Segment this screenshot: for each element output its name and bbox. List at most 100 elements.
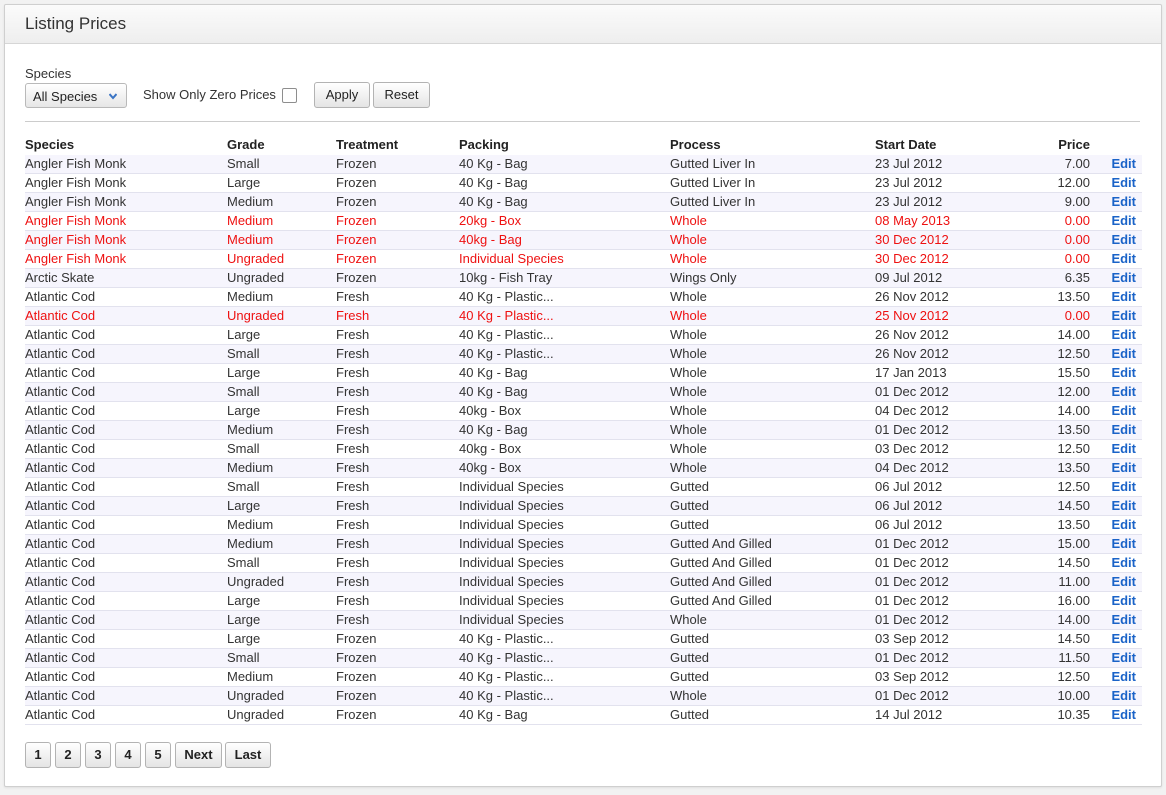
cell-packing: 40 Kg - Plastic...	[459, 308, 554, 323]
page-5-button[interactable]: 5	[145, 742, 171, 768]
edit-link[interactable]: Edit	[1111, 232, 1136, 247]
table-row: Atlantic Cod Ungraded Frozen 40 Kg - Bag Gut…	[25, 706, 1142, 725]
edit-link[interactable]: Edit	[1111, 669, 1136, 684]
table-row: Atlantic Cod Ungraded Fresh Individual Spec…	[25, 573, 1142, 592]
edit-link[interactable]: Edit	[1111, 498, 1136, 513]
last-page-button[interactable]: Last	[225, 742, 271, 768]
edit-link[interactable]: Edit	[1111, 479, 1136, 494]
table-row: Atlantic Cod Small Fresh 40kg - Box Whole 03 …	[25, 440, 1142, 459]
cell-species: Atlantic Cod	[25, 289, 96, 304]
table-row: Atlantic Cod Large Fresh 40 Kg - Bag Whole 17…	[25, 364, 1142, 383]
cell-grade: Large	[227, 403, 261, 418]
cell-start-date: 26 Nov 2012	[875, 327, 949, 342]
page-3-button[interactable]: 3	[85, 742, 111, 768]
next-page-button[interactable]: Next	[175, 742, 222, 768]
header-treatment[interactable]: Treatment	[336, 137, 398, 152]
cell-price: 14.50	[1057, 555, 1090, 570]
cell-process: Whole	[670, 251, 707, 266]
cell-grade: Small	[227, 555, 260, 570]
edit-link[interactable]: Edit	[1111, 536, 1136, 551]
edit-link[interactable]: Edit	[1111, 213, 1136, 228]
page-1-button[interactable]: 1	[25, 742, 51, 768]
edit-link[interactable]: Edit	[1111, 555, 1136, 570]
page-4-button[interactable]: 4	[115, 742, 141, 768]
cell-grade: Large	[227, 612, 261, 627]
cell-start-date: 01 Dec 2012	[875, 536, 949, 551]
header-start-date[interactable]: Start Date	[875, 137, 936, 152]
edit-link[interactable]: Edit	[1111, 403, 1136, 418]
cell-grade: Large	[227, 365, 261, 380]
cell-process: Gutted Liver In	[670, 175, 756, 190]
header-packing[interactable]: Packing	[459, 137, 509, 152]
edit-link[interactable]: Edit	[1111, 517, 1136, 532]
cell-treatment: Fresh	[336, 308, 370, 323]
edit-link[interactable]: Edit	[1111, 574, 1136, 589]
cell-treatment: Fresh	[336, 555, 370, 570]
header-process[interactable]: Process	[670, 137, 721, 152]
cell-grade: Large	[227, 593, 261, 608]
edit-link[interactable]: Edit	[1111, 384, 1136, 399]
header-grade[interactable]: Grade	[227, 137, 265, 152]
table-row: Atlantic Cod Medium Fresh Individual Specie…	[25, 516, 1142, 535]
page-2-button[interactable]: 2	[55, 742, 81, 768]
cell-price: 12.50	[1057, 346, 1090, 361]
edit-link[interactable]: Edit	[1111, 327, 1136, 342]
cell-start-date: 26 Nov 2012	[875, 346, 949, 361]
table-row: Atlantic Cod Large Frozen 40 Kg - Plastic..…	[25, 630, 1142, 649]
cell-process: Gutted	[670, 498, 710, 513]
cell-grade: Large	[227, 327, 261, 342]
cell-price: 12.50	[1057, 669, 1090, 684]
edit-link[interactable]: Edit	[1111, 346, 1136, 361]
cell-price: 15.00	[1057, 536, 1090, 551]
cell-species: Atlantic Cod	[25, 346, 96, 361]
cell-treatment: Fresh	[336, 479, 370, 494]
cell-species: Atlantic Cod	[25, 327, 96, 342]
header-price[interactable]: Price	[1058, 137, 1090, 152]
species-select[interactable]: All Species	[25, 83, 127, 108]
edit-link[interactable]: Edit	[1111, 270, 1136, 285]
edit-link[interactable]: Edit	[1111, 593, 1136, 608]
header-species[interactable]: Species	[25, 137, 74, 152]
cell-price: 10.35	[1057, 707, 1090, 722]
cell-species: Arctic Skate	[25, 270, 95, 285]
cell-price: 14.00	[1057, 327, 1090, 342]
zero-prices-checkbox[interactable]	[282, 88, 297, 103]
edit-link[interactable]: Edit	[1111, 460, 1136, 475]
cell-species: Atlantic Cod	[25, 479, 96, 494]
cell-grade: Small	[227, 384, 260, 399]
cell-treatment: Fresh	[336, 346, 370, 361]
cell-treatment: Fresh	[336, 517, 370, 532]
cell-species: Angler Fish Monk	[25, 251, 127, 266]
edit-link[interactable]: Edit	[1111, 308, 1136, 323]
edit-link[interactable]: Edit	[1111, 631, 1136, 646]
edit-link[interactable]: Edit	[1111, 365, 1136, 380]
cell-grade: Medium	[227, 517, 274, 532]
reset-button[interactable]: Reset	[373, 82, 430, 108]
cell-grade: Ungraded	[227, 251, 285, 266]
edit-link[interactable]: Edit	[1111, 650, 1136, 665]
cell-species: Angler Fish Monk	[25, 175, 127, 190]
edit-link[interactable]: Edit	[1111, 707, 1136, 722]
edit-link[interactable]: Edit	[1111, 422, 1136, 437]
cell-start-date: 06 Jul 2012	[875, 498, 943, 513]
apply-button[interactable]: Apply	[314, 82, 370, 108]
cell-start-date: 08 May 2013	[875, 213, 951, 228]
cell-process: Gutted And Gilled	[670, 555, 772, 570]
cell-start-date: 06 Jul 2012	[875, 479, 943, 494]
edit-link[interactable]: Edit	[1111, 289, 1136, 304]
cell-species: Atlantic Cod	[25, 365, 96, 380]
cell-treatment: Frozen	[336, 650, 377, 665]
cell-process: Whole	[670, 688, 707, 703]
edit-link[interactable]: Edit	[1111, 194, 1136, 209]
edit-link[interactable]: Edit	[1111, 612, 1136, 627]
cell-process: Gutted	[670, 669, 710, 684]
edit-link[interactable]: Edit	[1111, 688, 1136, 703]
edit-link[interactable]: Edit	[1111, 441, 1136, 456]
edit-link[interactable]: Edit	[1111, 175, 1136, 190]
edit-link[interactable]: Edit	[1111, 251, 1136, 266]
table-row: Angler Fish Monk Medium Frozen 40kg - Bag Wh…	[25, 231, 1142, 250]
cell-species: Atlantic Cod	[25, 403, 96, 418]
cell-species: Atlantic Cod	[25, 498, 96, 513]
edit-link[interactable]: Edit	[1111, 156, 1136, 171]
cell-species: Atlantic Cod	[25, 536, 96, 551]
